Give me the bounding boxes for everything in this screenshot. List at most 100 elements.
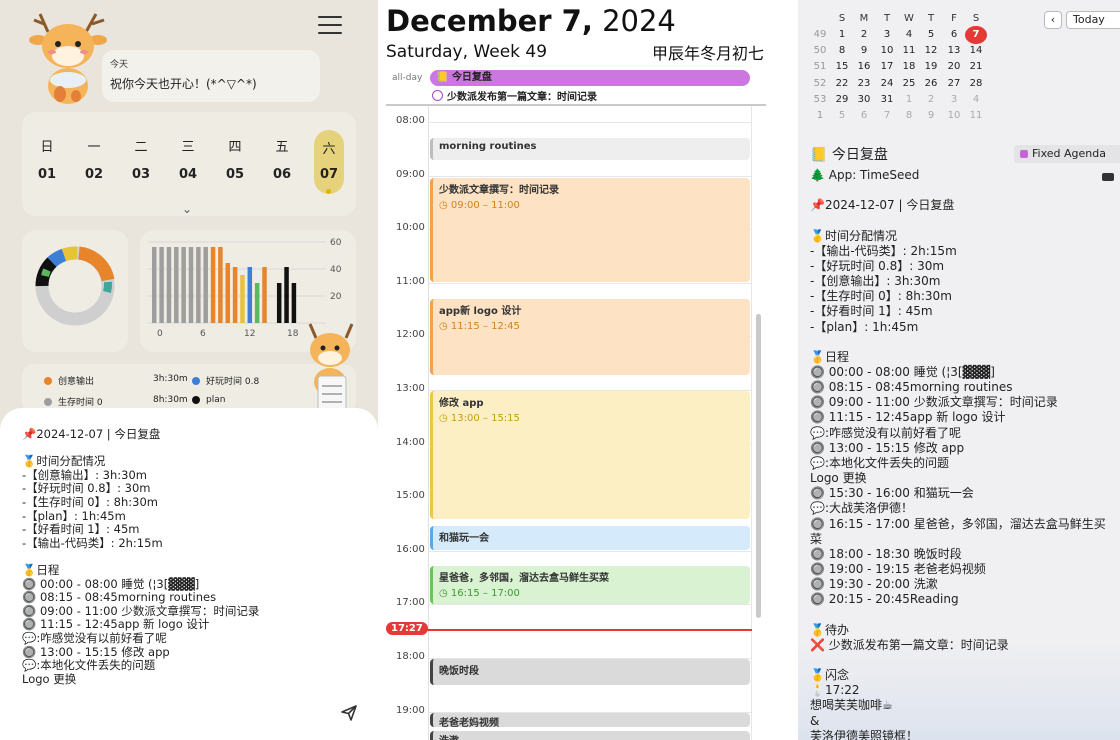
calendar-day[interactable]: 31	[876, 94, 898, 105]
hour-label: 13:00	[396, 383, 425, 394]
calendar-day[interactable]: 17	[876, 61, 898, 72]
calendar-day[interactable]: 18	[898, 61, 920, 72]
calendar-day[interactable]: 28	[965, 78, 987, 89]
weekday-date: 01	[37, 167, 57, 182]
hamburger-menu-icon[interactable]	[318, 16, 342, 36]
calendar-day[interactable]: 24	[876, 78, 898, 89]
fixed-agenda-tag[interactable]: Fixed Agenda	[1014, 145, 1120, 163]
event-article-writing[interactable]: 少数派文章撰写：时间记录 ◷ 09:00 – 11:00	[430, 178, 750, 282]
event-play-with-cat[interactable]: 和猫玩一会	[430, 526, 750, 550]
weekday-name: 六	[322, 142, 336, 157]
date-year: 2024	[602, 4, 676, 38]
calendar-day[interactable]: 5	[831, 110, 853, 121]
event-title: 少数派文章撰写：时间记录	[439, 185, 559, 196]
calendar-day[interactable]: 12	[920, 45, 942, 56]
event-title: 星爸爸，多邻国，溜达去盒马鲜生买菜	[439, 573, 609, 584]
calendar-day[interactable]: 4	[965, 94, 987, 105]
calendar-day[interactable]: 26	[920, 78, 942, 89]
agenda-line: 🥇日程	[810, 349, 849, 364]
legend-color-dot	[192, 376, 200, 385]
weekday-tue[interactable]: 二 03	[126, 136, 156, 182]
calendar-day[interactable]: 11	[965, 110, 987, 121]
calendar-day[interactable]: 19	[920, 61, 942, 72]
calendar-day[interactable]: 15	[831, 61, 853, 72]
legend-value: 8h:30m	[153, 395, 188, 405]
all-day-event-todo[interactable]: 少数派发布第一篇文章：时间记录	[432, 88, 597, 103]
event-starbucks-duolingo[interactable]: 星爸爸，多邻国，溜达去盒马鲜生买菜 ◷ 16:15 – 17:00	[430, 566, 750, 604]
calendar-day[interactable]: 14	[965, 45, 987, 56]
calendar-day[interactable]: 9	[920, 110, 942, 121]
calendar-day[interactable]: 21	[965, 61, 987, 72]
calendar-day[interactable]: 20	[943, 61, 965, 72]
weekday-fri[interactable]: 五 06	[267, 136, 297, 182]
event-modify-app[interactable]: 修改 app ◷ 13:00 – 15:15	[430, 391, 750, 519]
calendar-day[interactable]: 27	[943, 78, 965, 89]
event-title: app新 logo 设计	[439, 306, 522, 317]
weekday-wed[interactable]: 三 04	[173, 136, 203, 182]
bar	[225, 263, 230, 323]
calendar-day[interactable]: 16	[853, 61, 875, 72]
agenda-notes: 🌲 App: TimeSeed 📌2024-12-07 | 今日复盘 🥇时间分配情况…	[810, 168, 1110, 740]
today-button[interactable]: Today	[1066, 11, 1120, 29]
calendar-day[interactable]: 3	[876, 29, 898, 40]
calendar-day[interactable]: 11	[898, 45, 920, 56]
weekday-thu[interactable]: 四 05	[220, 136, 250, 182]
calendar-day[interactable]: 9	[853, 45, 875, 56]
calendar-day[interactable]: 8	[898, 110, 920, 121]
calendar-day[interactable]: 13	[943, 45, 965, 56]
agenda-line: 🔘 00:00 - 08:00 睡觉 (¦3[▓▓▓]	[810, 364, 995, 379]
bar	[232, 267, 238, 323]
all-day-event-review[interactable]: 📒 今日复盘	[430, 70, 750, 86]
event-title: 老爸老妈视频	[439, 718, 499, 727]
calendar-day[interactable]: 4	[898, 29, 920, 40]
calendar-day[interactable]: 23	[853, 78, 875, 89]
calendar-day[interactable]: 6	[853, 110, 875, 121]
calendar-day[interactable]: 8	[831, 45, 853, 56]
hour-label: 17:00	[396, 597, 425, 609]
lunar-date: 甲辰年冬月初七	[652, 44, 765, 63]
weekday-sat-selected[interactable]: 六 07	[314, 130, 344, 194]
weekday-date: 03	[131, 167, 151, 182]
hour-label: 14:00	[396, 436, 425, 448]
scrollbar[interactable]	[756, 314, 761, 618]
calendar-day[interactable]: 3	[943, 94, 965, 105]
calendar-day[interactable]: 30	[853, 94, 875, 105]
prev-month-chevron-icon[interactable]: ‹	[1044, 11, 1062, 29]
note-line: 📌2024-12-07 | 今日复盘	[22, 427, 161, 441]
calendar-day[interactable]: 1	[831, 29, 853, 40]
calendar-day[interactable]: 29	[831, 94, 853, 105]
calendar-day[interactable]: 2	[920, 94, 942, 105]
event-title: morning routines	[439, 141, 537, 152]
weekday-sun[interactable]: 日 01	[32, 136, 62, 182]
calendar-day[interactable]: 1	[898, 94, 920, 105]
event-logo-design[interactable]: app新 logo 设计 ◷ 11:15 – 12:45	[430, 299, 750, 375]
review-note-sheet[interactable]: 📌2024-12-07 | 今日复盘 🥇时间分配情况 -【创意输出】: 3h:30m…	[0, 408, 378, 740]
event-dinner[interactable]: 晚饭时段	[430, 659, 750, 685]
weekday-line: Saturday, Week 49	[386, 42, 548, 62]
send-icon[interactable]	[340, 704, 358, 722]
calendar-day[interactable]: 25	[898, 78, 920, 89]
weekday-name: 四	[228, 140, 242, 155]
bar	[218, 247, 223, 323]
agenda-line: 💬:本地化文件丢失的问题	[810, 455, 949, 470]
donut-chart-card	[22, 230, 128, 352]
agenda-line: 🔘 09:00 - 11:00 少数派文章撰写：时间记录	[810, 395, 1058, 410]
calendar-day[interactable]: 22	[831, 78, 853, 89]
todo-circle-icon[interactable]	[432, 90, 443, 101]
agenda-line: 想喝芙芙咖啡☕	[810, 698, 893, 713]
chevron-down-icon[interactable]: ⌄	[182, 202, 192, 216]
calendar-day[interactable]: 10	[943, 110, 965, 121]
calendar-day[interactable]: 6	[943, 29, 965, 40]
calendar-day[interactable]: 2	[853, 29, 875, 40]
calendar-day[interactable]: 5	[920, 29, 942, 40]
note-line: 🥇日程	[22, 562, 60, 577]
calendar-day[interactable]: 7	[876, 110, 898, 121]
note-line: -【生存时间 0】: 8h:30m	[22, 494, 158, 509]
event-morning-routines[interactable]: morning routines	[430, 138, 750, 160]
all-day-row: all-day 📒 今日复盘 少数派发布第一篇文章：时间记录	[378, 68, 798, 106]
calendar-day-today[interactable]: 7	[965, 26, 987, 44]
weekday-mon[interactable]: 一 02	[79, 136, 109, 182]
event-parents-video[interactable]: 老爸老妈视频	[430, 713, 750, 727]
calendar-day[interactable]: 10	[876, 45, 898, 56]
event-wash-up[interactable]: 洗漱	[430, 731, 750, 740]
